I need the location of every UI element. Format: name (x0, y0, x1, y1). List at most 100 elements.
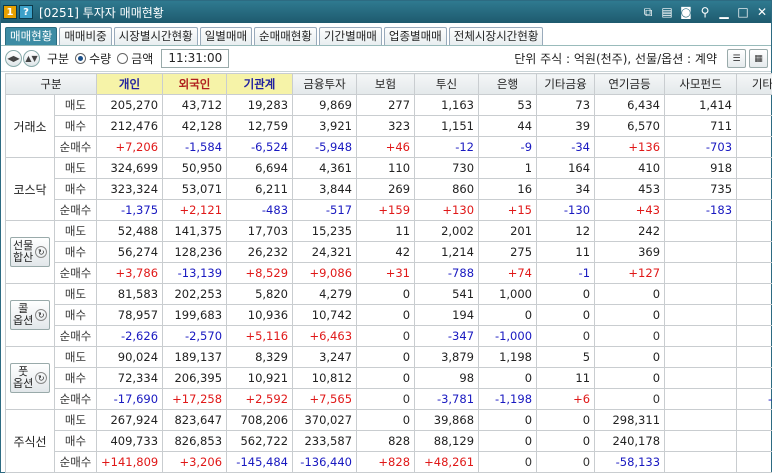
table-cell: 3,879 (736, 367, 772, 389)
table-cell: 52,488 (96, 220, 164, 242)
table-cell: 6,694 (226, 157, 294, 179)
tab-2[interactable]: 매매비중 (59, 27, 112, 45)
row-label: 매수 (53, 178, 98, 200)
table-row: 매수 56,274 128,236 26,232 24,321 42 1,214 275 11 3… (6, 241, 772, 263)
table-cell: +9,086 (292, 262, 358, 284)
row-label: 순매수 (53, 325, 98, 347)
table-cell: 0 (478, 430, 538, 452)
group-label: 콜 옵션 ↻ (5, 283, 55, 347)
group-button-label: 콜 옵션 (13, 302, 34, 327)
table-cell: +828 (356, 451, 416, 473)
table-cell: 24,321 (292, 241, 358, 263)
table-cell: 90,024 (96, 346, 164, 368)
tab-7[interactable]: 업종별매매 (383, 27, 447, 45)
close-icon[interactable]: ✕ (753, 4, 771, 20)
table-cell: 0 (594, 346, 666, 368)
table-cell: 34 (536, 178, 596, 200)
table-cell: 194 (414, 304, 480, 326)
table-cell (664, 220, 738, 242)
radio-quantity[interactable]: 수량 (75, 50, 111, 67)
table-cell: 2,372 (736, 115, 772, 137)
table-cell: 0 (594, 367, 666, 389)
table-cell (664, 262, 738, 284)
tab-5[interactable]: 순매매현황 (254, 27, 317, 45)
table-cell: 6,039 (736, 346, 772, 368)
tab-8[interactable]: 전체시장시간현황 (448, 27, 544, 45)
list-view-icon[interactable]: ☰ (727, 49, 746, 68)
table-cell: 1,860 (736, 220, 772, 242)
help-icon[interactable]: ? (19, 5, 33, 19)
minimize-icon[interactable]: ▁ (715, 4, 733, 20)
table-cell: 88,129 (414, 430, 480, 452)
table-cell: -1,198 (478, 388, 538, 410)
maximize-icon[interactable]: □ (734, 4, 752, 20)
camera-icon[interactable]: ◙ (677, 4, 695, 20)
table-cell: 240,178 (594, 430, 666, 452)
table-cell: 73 (536, 94, 596, 116)
table-cell: 53,071 (162, 178, 228, 200)
table-cell: 4,361 (292, 157, 358, 179)
table-cell: 0 (536, 325, 596, 347)
radio-amount[interactable]: 금액 (117, 50, 153, 67)
table-cell: +159 (356, 199, 416, 221)
table-cell: 6,570 (594, 115, 666, 137)
tab-3[interactable]: 시장별시간현황 (113, 27, 198, 45)
table-cell: 42,128 (162, 115, 228, 137)
table-cell: +6 (536, 388, 596, 410)
table-cell: 44 (478, 115, 538, 137)
time-input[interactable]: 11:31:00 (161, 49, 230, 68)
tab-1[interactable]: 매매현황 (5, 27, 58, 45)
table-cell: 0 (478, 367, 538, 389)
table-cell: 233,587 (292, 430, 358, 452)
number-badge[interactable]: 1 (3, 5, 17, 19)
table-cell (664, 451, 738, 473)
table-cell: 562,722 (226, 430, 294, 452)
table-cell: -13,139 (162, 262, 228, 284)
table-cell: 189,137 (162, 346, 228, 368)
tab-4[interactable]: 일별매매 (199, 27, 253, 45)
table-cell: 2,684 (736, 241, 772, 263)
table-cell: 11 (536, 367, 596, 389)
table-cell: 26,232 (226, 241, 294, 263)
group-toggle-button[interactable]: 선물 합산 ↻ (10, 237, 51, 267)
table-cell: +884 (736, 136, 772, 158)
group-toggle-button[interactable]: 풋 옵션 ↻ (10, 363, 51, 393)
column-header: 사모펀드 (664, 73, 738, 95)
table-row: 거래소 매도 205,270 43,712 19,283 9,869 277 1,163 53 7… (5, 94, 772, 158)
table-cell: -1 (536, 262, 596, 284)
pin-icon[interactable]: ⚲ (696, 4, 714, 20)
table-cell: -788 (414, 262, 480, 284)
group-toggle-button[interactable]: 콜 옵션 ↻ (10, 300, 51, 330)
table-row: 매수 212,476 42,128 12,759 3,921 323 1,151 44 39 6,… (6, 115, 772, 137)
link-icon[interactable]: ⧉ (639, 4, 657, 20)
tab-6[interactable]: 기간별매매 (318, 27, 382, 45)
table-cell: -1,584 (162, 136, 228, 158)
table-cell: 269 (356, 178, 416, 200)
radio-unchecked-icon (117, 53, 129, 64)
table-cell: -2,160 (736, 388, 772, 410)
table-cell (664, 430, 738, 452)
table-cell: 4,836 (736, 430, 772, 452)
table-header-row: 구분개인외국인기관계금융투자보험투신은행기타금융연기금등사모펀드기타법인 (4, 73, 772, 95)
table-cell: 410 (594, 157, 666, 179)
table-cell: 0 (594, 325, 666, 347)
table-cell: -145,484 (226, 451, 294, 473)
table-cell: 277 (356, 94, 416, 116)
updown-arrow-icon[interactable]: ▲▼ (23, 50, 40, 67)
prev-arrow-icon[interactable]: ◀▶ (5, 50, 22, 67)
table-cell (664, 388, 738, 410)
table-cell: 708,206 (226, 409, 294, 431)
table-cell: 19,283 (226, 94, 294, 116)
row-label: 순매수 (53, 262, 98, 284)
table-cell (664, 367, 738, 389)
table-cell: 242 (594, 220, 666, 242)
excel-export-icon[interactable]: ▦ (749, 49, 768, 68)
row-label: 순매수 (53, 199, 98, 221)
table-cell: 141,375 (162, 220, 228, 242)
window-title: [0251] 투자자 매매현황 (39, 5, 164, 20)
investor-table: 구분개인외국인기관계금융투자보험투신은행기타금융연기금등사모펀드기타법인 거래소… (4, 73, 772, 473)
group-label: 코스닥 (5, 157, 55, 221)
group-label: 주식선 (5, 409, 55, 473)
print-icon[interactable]: ▤ (658, 4, 676, 20)
row-label: 매도 (53, 157, 98, 179)
